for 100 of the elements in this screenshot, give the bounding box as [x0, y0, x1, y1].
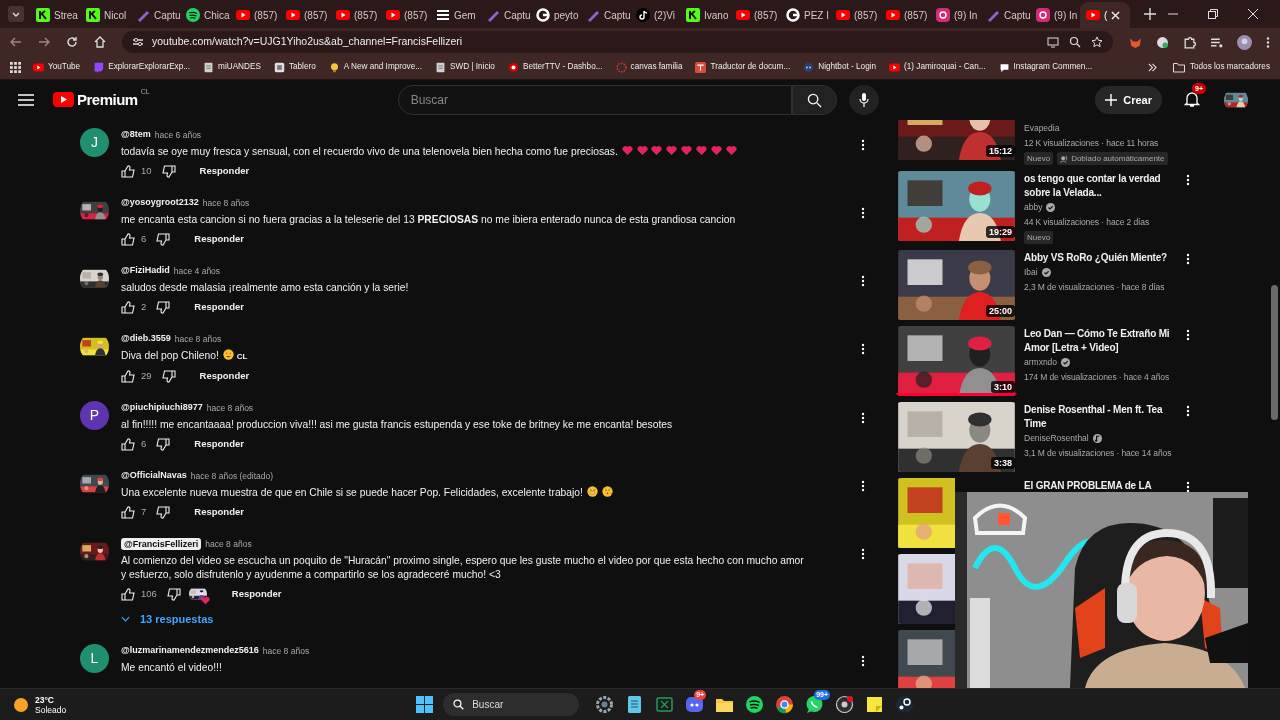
comment-author[interactable]: @dieb.3559 [121, 332, 171, 346]
record-icon[interactable] [835, 695, 855, 714]
more-icon[interactable] [1186, 329, 1190, 341]
more-icon[interactable] [861, 548, 865, 560]
browser-tab[interactable]: (857) [730, 2, 780, 28]
comment-time[interactable]: hace 8 años [202, 196, 250, 210]
reply-button[interactable]: Responder [189, 159, 260, 183]
dislike-icon[interactable] [156, 505, 171, 519]
video-title[interactable]: Leo Dan — Cómo Te Extraño Mi Amor [Letra + Video] [1024, 327, 1180, 355]
like-icon[interactable] [121, 437, 135, 451]
extension-icon[interactable] [1156, 35, 1169, 49]
like-icon[interactable] [121, 164, 135, 178]
more-icon[interactable] [861, 343, 865, 355]
address-bar[interactable]: youtube.com/watch?v=UJG1Yiho2us&ab_channel=FrancisFellizeri [122, 31, 1113, 53]
video-title[interactable]: os tengo que contar la verdad sobre la Velada... [1024, 172, 1180, 200]
site-settings-icon[interactable] [132, 36, 144, 48]
more-icon[interactable] [1186, 481, 1190, 493]
chevrons-icon[interactable] [1147, 63, 1157, 72]
comment-author[interactable]: @OfficialNavas [121, 469, 187, 483]
like-icon[interactable] [121, 587, 135, 601]
browser-tab[interactable]: peyto [530, 2, 580, 28]
all-bookmarks-link[interactable]: Todos los marcadores [1172, 61, 1270, 74]
search-button[interactable] [791, 85, 837, 115]
reply-button[interactable]: Responder [221, 582, 292, 606]
reply-button[interactable]: Responder [184, 500, 254, 524]
more-icon[interactable] [861, 480, 865, 492]
more-icon[interactable] [1186, 253, 1190, 265]
bookmark[interactable]: canvas familia [614, 61, 684, 74]
bookmark[interactable]: A New and Improve... [327, 61, 423, 74]
sticky-note-icon[interactable] [865, 695, 885, 714]
close-icon[interactable] [1111, 10, 1121, 20]
close-icon[interactable] [1248, 9, 1258, 19]
video-title[interactable]: El GRAN PROBLEMA de LA [1024, 479, 1180, 493]
comment-time[interactable]: hace 8 años (editado) [190, 469, 274, 483]
weather-widget[interactable]: 23°C Soleado [13, 694, 67, 715]
dislike-icon[interactable] [166, 587, 181, 601]
browser-tab[interactable]: PEZ I [780, 2, 830, 28]
like-icon[interactable] [121, 369, 135, 383]
restore-icon[interactable] [1208, 9, 1218, 19]
steam-icon[interactable] [895, 695, 915, 714]
dislike-icon[interactable] [161, 164, 176, 178]
reply-button[interactable]: Responder [189, 364, 260, 388]
channel-name[interactable]: abby [1024, 201, 1043, 214]
discord-icon[interactable] [685, 695, 705, 714]
comment-time[interactable]: hace 8 años [262, 644, 310, 658]
back-icon[interactable] [10, 36, 22, 48]
cast-icon[interactable] [1047, 36, 1059, 48]
browser-tab[interactable]: (857) [380, 2, 430, 28]
spotify-icon[interactable] [745, 695, 765, 714]
bookmark[interactable]: Instagram Commen... [997, 61, 1094, 74]
like-icon[interactable] [121, 505, 135, 519]
menu-icon[interactable] [18, 94, 34, 106]
search-field[interactable]: Buscar [397, 85, 792, 115]
comment-author[interactable]: @FiziHadid [121, 264, 170, 278]
browser-tab[interactable]: Nicol [80, 2, 130, 28]
browser-tab[interactable]: Captu [980, 2, 1030, 28]
like-icon[interactable] [121, 232, 135, 246]
home-icon[interactable] [94, 36, 106, 48]
browser-tab[interactable]: ( [1080, 2, 1130, 28]
dislike-icon[interactable] [156, 300, 171, 314]
spreadsheet-icon[interactable] [655, 695, 675, 714]
browser-tab[interactable]: Captu [130, 2, 180, 28]
browser-tab[interactable]: (857) [230, 2, 280, 28]
comment-time[interactable]: hace 8 años [174, 332, 222, 346]
more-icon[interactable] [861, 655, 865, 667]
comment-author[interactable]: @8tem [121, 128, 151, 142]
comment-author[interactable]: @luzmarinamendezmendez5616 [121, 644, 259, 658]
more-icon[interactable] [861, 207, 865, 219]
channel-name[interactable]: DeniseRosenthal [1024, 432, 1089, 445]
browser-tab[interactable]: Captu [480, 2, 530, 28]
browser-tab[interactable]: (857) [280, 2, 330, 28]
forward-icon[interactable] [38, 36, 50, 48]
replies-toggle[interactable]: 13 respuestas [119, 607, 216, 631]
microphone-button[interactable] [848, 85, 879, 115]
chrome-icon[interactable] [775, 695, 795, 714]
comment-author[interactable]: @yosoygroot2132 [121, 196, 199, 210]
reply-button[interactable]: Responder [184, 432, 254, 456]
star-icon[interactable] [1091, 36, 1103, 48]
dislike-icon[interactable] [156, 232, 171, 246]
comment-time[interactable]: hace 8 años [206, 401, 254, 415]
browser-tab[interactable]: Ivano [680, 2, 730, 28]
video-title[interactable]: Abby VS RoRo ¿Quién Miente? [1024, 251, 1180, 265]
apps-grid-icon[interactable] [10, 62, 21, 73]
comment-time[interactable]: hace 8 años [205, 537, 252, 551]
taskbar-search-field[interactable]: Buscar [443, 693, 580, 716]
more-icon[interactable] [861, 275, 865, 287]
gear-icon[interactable] [595, 695, 615, 714]
dislike-icon[interactable] [156, 437, 171, 451]
browser-tab[interactable]: (9) In [1030, 2, 1080, 28]
profile-icon[interactable] [1237, 34, 1252, 50]
browser-tab[interactable]: Gem [430, 2, 480, 28]
bookmark[interactable]: ExplorarExplorarExp... [92, 61, 192, 74]
channel-name[interactable]: Evapedia [1024, 122, 1060, 135]
video-title[interactable]: Denise Rosenthal - Men ft. Tea Time [1024, 403, 1180, 431]
browser-tab[interactable]: Strea [30, 2, 80, 28]
scrollbar-thumb[interactable] [1271, 285, 1278, 420]
whatsapp-icon[interactable] [805, 695, 825, 714]
browser-tab[interactable]: (9) In [930, 2, 980, 28]
comment-time[interactable]: hace 6 años [154, 128, 202, 142]
like-icon[interactable] [121, 300, 135, 314]
